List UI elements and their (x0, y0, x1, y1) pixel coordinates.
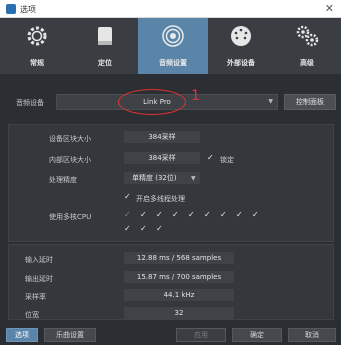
bit-depth-value: 32 (124, 307, 234, 319)
input-latency-label: 输入延时 (25, 256, 53, 264)
tab-label: 定位 (98, 59, 112, 67)
cpu-core-checkbox[interactable]: ✓ (172, 211, 180, 219)
cancel-button[interactable]: 取消 (288, 328, 336, 342)
close-icon[interactable]: ✕ (325, 2, 334, 15)
lock-checkbox[interactable]: ✓ (207, 154, 215, 162)
settings-main: 音频设备 Link Pro ▼ 控制面板 1 设备区块大小 384采样 内部区块… (0, 74, 341, 324)
cpu-core-checkbox[interactable]: ✓ (188, 211, 196, 219)
multithread-checkbox[interactable]: ✓ (124, 193, 132, 201)
buffer-settings-panel: 设备区块大小 384采样 内部区块大小 384采样 ✓ 锁定 处理精度 单精度 … (8, 124, 334, 242)
dialog-footer: 选项 乐曲设置 应用 确定 取消 (0, 324, 341, 345)
chevron-down-icon: ▼ (191, 175, 196, 182)
cpu-core-checkbox[interactable]: ✓ (156, 211, 164, 219)
cpu-core-checkbox[interactable]: ✓ (140, 225, 148, 233)
midi-connector-icon (231, 26, 251, 46)
output-latency-value: 15.87 ms / 700 samples (124, 271, 234, 283)
control-panel-button[interactable]: 控制面板 (284, 94, 336, 110)
cpu-core-checkbox[interactable]: ✓ (204, 211, 212, 219)
apply-button[interactable]: 应用 (176, 328, 226, 342)
input-latency-value: 12.88 ms / 568 samples (124, 252, 234, 264)
chevron-down-icon: ▼ (268, 98, 273, 105)
window-titlebar: 选项 ✕ (0, 0, 341, 18)
multicore-cpu-label: 使用多核CPU (49, 213, 92, 221)
annotation-number: 1 (191, 88, 200, 104)
audio-device-label: 音频设备 (16, 99, 44, 107)
tab-external-devices[interactable]: 外部设备 (206, 18, 276, 74)
ok-button[interactable]: 确定 (232, 328, 282, 342)
tab-label: 音频设置 (159, 59, 187, 67)
tab-label: 外部设备 (227, 59, 255, 67)
speaker-icon (162, 25, 184, 47)
cpu-core-checkbox[interactable]: ✓ (236, 211, 244, 219)
precision-label: 处理精度 (49, 176, 77, 184)
cpu-core-checkbox[interactable]: ✓ (140, 211, 148, 219)
cpu-core-checkbox[interactable]: ✓ (124, 211, 132, 219)
tab-label: 高级 (300, 59, 314, 67)
sample-rate-value: 44.1 kHz (124, 289, 234, 301)
tab-advanced[interactable]: 高级 (272, 18, 341, 74)
device-block-size-label: 设备区块大小 (49, 135, 91, 143)
latency-panel: 输入延时 12.88 ms / 568 samples 输出延时 15.87 m… (8, 244, 334, 320)
song-settings-button[interactable]: 乐曲设置 (44, 328, 96, 342)
tab-location[interactable]: 定位 (70, 18, 140, 74)
tab-general[interactable]: 常规 (2, 18, 72, 74)
options-button[interactable]: 选项 (6, 328, 38, 342)
multithread-label: 开启多线程处理 (136, 195, 185, 203)
tab-audio-settings[interactable]: 音频设置 (138, 18, 208, 74)
category-toolbar: 常规 定位 音频设置 外部设备 高级 (0, 18, 341, 74)
internal-block-size-field[interactable]: 384采样 (124, 152, 200, 164)
window-title: 选项 (20, 5, 36, 14)
internal-block-size-label: 内部区块大小 (49, 156, 91, 164)
gears-icon (296, 25, 319, 47)
app-icon (6, 4, 16, 14)
cpu-core-checkbox[interactable]: ✓ (156, 225, 164, 233)
sample-rate-label: 采样率 (25, 293, 46, 301)
annotation-ellipse (118, 89, 186, 115)
device-block-size-field[interactable]: 384采样 (124, 131, 200, 143)
cpu-core-checkbox[interactable]: ✓ (124, 225, 132, 233)
bit-depth-label: 位宽 (25, 311, 39, 319)
precision-select[interactable]: 单精度 (32位) (124, 172, 200, 184)
tab-label: 常规 (30, 59, 44, 67)
drive-icon (98, 27, 112, 45)
gear-icon (27, 26, 47, 46)
lock-label: 锁定 (220, 156, 234, 164)
output-latency-label: 输出延时 (25, 275, 53, 283)
cpu-core-checkbox[interactable]: ✓ (252, 211, 260, 219)
cpu-core-checkbox[interactable]: ✓ (220, 211, 228, 219)
